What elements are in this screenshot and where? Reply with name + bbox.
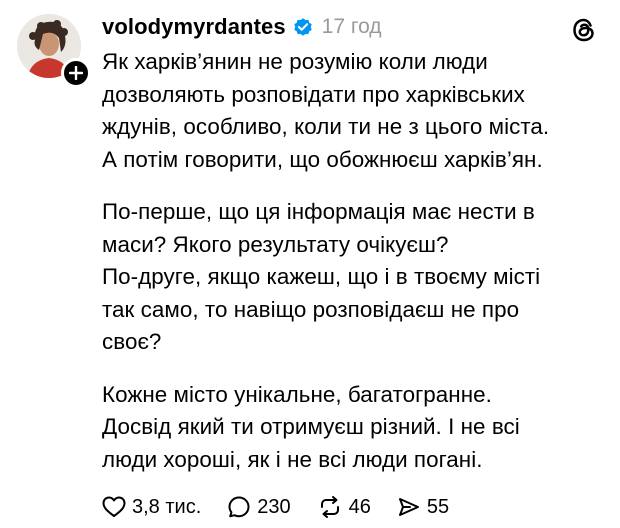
comment-icon: [228, 496, 250, 518]
like-count: 3,8 тис.: [132, 495, 202, 518]
post-body: Як харків’янин не розумію коли люди дозв…: [102, 46, 612, 476]
post-paragraph: Як харків’янин не розумію коли люди дозв…: [102, 49, 550, 172]
share-button[interactable]: 55: [397, 495, 449, 519]
reply-button[interactable]: 230: [227, 495, 291, 519]
follow-button[interactable]: [61, 58, 91, 88]
post-header: volodymyrdantes 17 год: [102, 12, 382, 42]
share-count: 55: [426, 495, 450, 518]
repost-count: 46: [348, 495, 371, 518]
heart-icon: [102, 496, 126, 517]
username[interactable]: volodymyrdantes: [102, 14, 286, 40]
post-paragraph: По-перше, що ця інформація має нести в м…: [102, 199, 535, 257]
repost-button[interactable]: 46: [317, 495, 371, 519]
share-icon: [398, 498, 419, 516]
post-actions: 3,8 тис. 230 46 55: [102, 492, 475, 522]
repost-icon: [320, 496, 339, 518]
follow-plus-icon: [69, 66, 83, 80]
verified-badge-icon: [292, 16, 314, 38]
reply-count: 230: [257, 495, 291, 518]
like-button[interactable]: 3,8 тис.: [102, 496, 201, 519]
post-paragraph: Кожне місто унікальне, багатогранне. Дос…: [102, 381, 520, 472]
post-time: 17 год: [321, 15, 382, 38]
post-paragraph: По-друге, якщо кажеш, що і в твоєму міст…: [102, 264, 541, 354]
avatar-container[interactable]: [17, 14, 91, 88]
threads-logo-icon[interactable]: [570, 16, 598, 44]
